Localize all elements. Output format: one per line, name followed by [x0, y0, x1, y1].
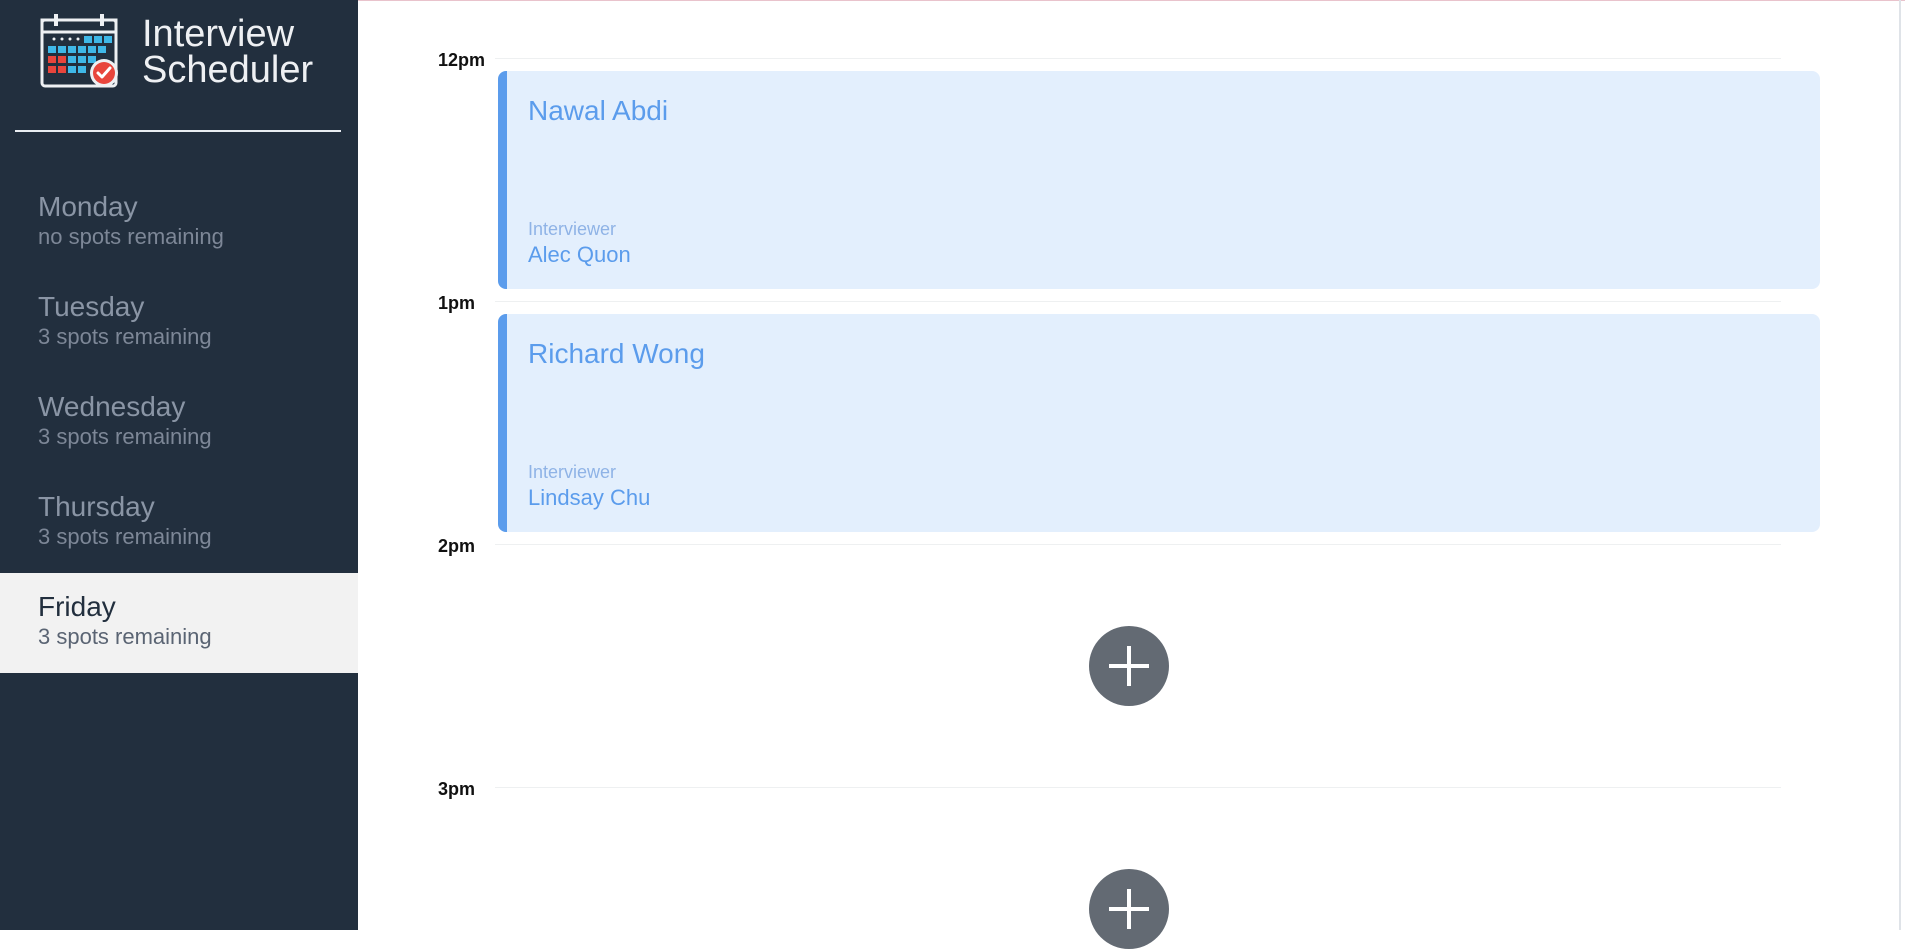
hour-label-1pm: 1pm [438, 293, 476, 313]
appointment-card[interactable]: Nawal Abdi Interviewer Alec Quon [498, 71, 1820, 289]
schedule: 12pm 1pm 2pm 3pm Nawal Abdi Interviewer … [358, 0, 1905, 949]
day-name: Thursday [38, 491, 155, 522]
day-item-friday[interactable]: Friday 3 spots remaining [0, 573, 358, 673]
add-appointment-button[interactable] [1089, 626, 1169, 706]
hour-label-2pm: 2pm [438, 536, 476, 556]
plus-icon [1109, 646, 1149, 686]
add-appointment-button[interactable] [1089, 869, 1169, 949]
hour-divider [495, 301, 1781, 302]
plus-icon [1109, 889, 1149, 929]
day-list: Monday no spots remaining Tuesday 3 spot… [0, 173, 358, 673]
interviewer-name: Lindsay Chu [528, 485, 651, 510]
day-item-monday[interactable]: Monday no spots remaining [0, 173, 358, 273]
sidebar: Interview Scheduler Monday no spots rema… [0, 0, 358, 930]
app-title-line1: Interview [142, 13, 295, 55]
app-title: Interview Scheduler [142, 13, 342, 91]
day-spots: 3 spots remaining [38, 524, 212, 549]
interviewer-label: Interviewer [528, 462, 617, 482]
day-item-tuesday[interactable]: Tuesday 3 spots remaining [0, 273, 358, 373]
student-name: Richard Wong [528, 338, 705, 369]
hour-label-12pm: 12pm [438, 50, 486, 70]
interviewer-name: Alec Quon [528, 242, 631, 267]
vertical-scrollbar[interactable] [1899, 0, 1901, 930]
sidebar-divider [15, 130, 341, 132]
appointment-card[interactable]: Richard Wong Interviewer Lindsay Chu [498, 314, 1820, 532]
brand: Interview Scheduler [40, 12, 340, 92]
hour-divider [495, 787, 1781, 788]
calendar-check-icon [40, 14, 118, 88]
hour-label-3pm: 3pm [438, 779, 476, 799]
day-spots: 3 spots remaining [38, 624, 212, 649]
day-name: Wednesday [38, 391, 186, 422]
day-name: Friday [38, 591, 116, 622]
day-spots: 3 spots remaining [38, 424, 212, 449]
day-item-thursday[interactable]: Thursday 3 spots remaining [0, 473, 358, 573]
day-name: Monday [38, 191, 138, 222]
day-name: Tuesday [38, 291, 145, 322]
day-spots: no spots remaining [38, 224, 224, 249]
day-item-wednesday[interactable]: Wednesday 3 spots remaining [0, 373, 358, 473]
day-spots: 3 spots remaining [38, 324, 212, 349]
hour-divider [495, 58, 1781, 59]
hour-divider [495, 544, 1781, 545]
app-title-line2: Scheduler [142, 49, 314, 91]
interviewer-label: Interviewer [528, 219, 617, 239]
student-name: Nawal Abdi [528, 95, 669, 126]
